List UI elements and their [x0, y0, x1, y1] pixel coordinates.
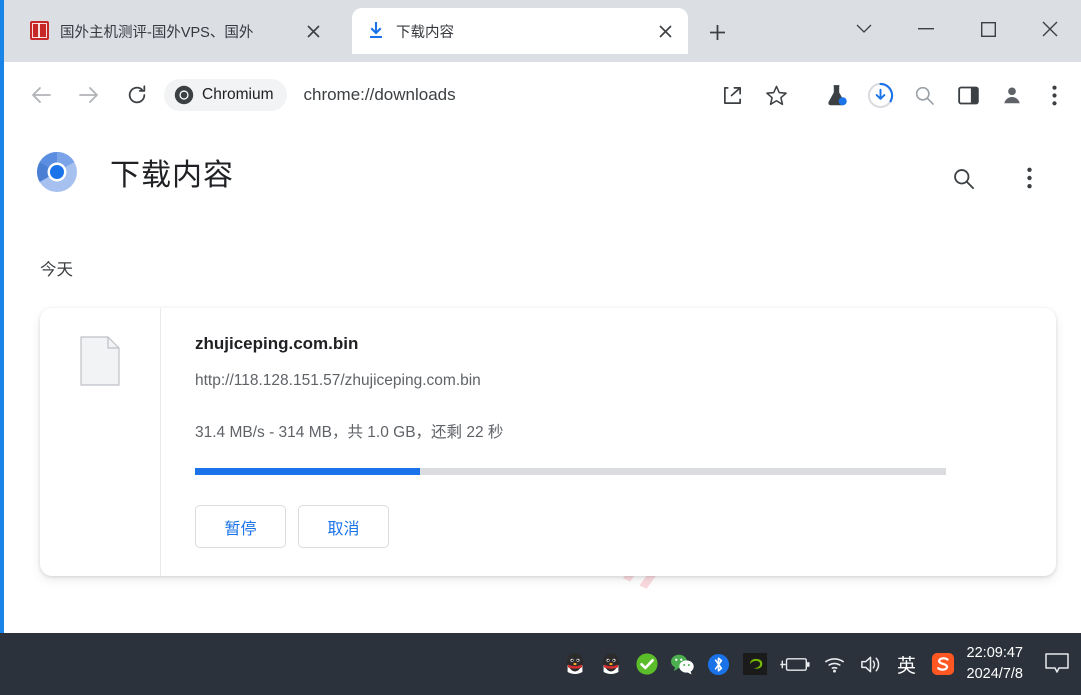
- browser-window: 国外主机测评-国外VPS、国外 下载内容 Chromium chrome://d…: [0, 0, 1081, 695]
- sogou-icon[interactable]: [925, 633, 961, 695]
- chromium-chip[interactable]: Chromium: [164, 79, 288, 111]
- tab-close-button[interactable]: [300, 18, 326, 44]
- cancel-button[interactable]: 取消: [298, 505, 389, 548]
- security-check-icon[interactable]: [629, 633, 665, 695]
- plus-icon: [709, 24, 725, 40]
- back-button[interactable]: [22, 76, 60, 114]
- reload-button[interactable]: [118, 76, 156, 114]
- close-window-button[interactable]: [1019, 0, 1081, 58]
- tab-close-button[interactable]: [652, 18, 678, 44]
- tab-title: 下载内容: [396, 24, 454, 41]
- tab-title: 国外主机测评-国外VPS、国外: [60, 24, 254, 41]
- search-icon: [953, 168, 974, 189]
- generic-file-icon: [80, 336, 120, 386]
- minimize-button[interactable]: [895, 0, 957, 58]
- more-menu-icon: [1026, 167, 1032, 189]
- download-actions: 暂停 取消: [195, 505, 1056, 548]
- reload-icon: [128, 85, 146, 104]
- ime-indicator[interactable]: 英: [889, 633, 925, 695]
- close-icon: [306, 24, 320, 38]
- qq-icon-2[interactable]: [593, 633, 629, 695]
- download-file-name: zhujiceping.com.bin: [195, 334, 359, 353]
- ime-label: 英: [897, 655, 917, 677]
- experiments-flask-icon: [827, 84, 847, 105]
- address-bar-url: chrome://downloads: [303, 85, 456, 104]
- taskbar-clock[interactable]: 22:09:47 2024/7/8: [967, 643, 1023, 685]
- close-icon: [658, 24, 672, 38]
- forward-button[interactable]: [70, 76, 108, 114]
- forward-arrow-icon: [79, 87, 98, 103]
- window-controls: [833, 0, 1081, 58]
- side-panel-button[interactable]: [949, 76, 987, 114]
- download-status-text: 31.4 MB/s - 314 MB，共 1.0 GB，还剩 22 秒: [195, 424, 504, 441]
- share-icon: [723, 86, 741, 104]
- downloads-menu-button[interactable]: [1009, 158, 1049, 198]
- battery-icon[interactable]: [773, 633, 817, 695]
- more-menu-icon: [1051, 85, 1057, 105]
- downloads-header-actions: [943, 158, 1049, 198]
- x-icon: [1042, 21, 1058, 37]
- clock-date: 2024/7/8: [966, 666, 1023, 682]
- page-title: 下载内容: [110, 159, 234, 192]
- wechat-icon[interactable]: [665, 633, 701, 695]
- profile-button[interactable]: [993, 76, 1031, 114]
- download-item-body: zhujiceping.com.bin http://118.128.151.5…: [161, 308, 1056, 576]
- chevron-down-icon: [856, 24, 872, 33]
- chromium-logo-icon: [37, 152, 77, 192]
- download-progress-bar: [195, 468, 946, 475]
- download-file-url: http://118.128.151.57/zhujiceping.com.bi…: [195, 372, 481, 389]
- back-arrow-icon: [32, 87, 51, 103]
- bookmark-star-icon: [765, 85, 787, 105]
- tab-inactive[interactable]: 国外主机测评-国外VPS、国外: [16, 8, 336, 54]
- toolbar-search-button[interactable]: [905, 76, 943, 114]
- bookmark-button[interactable]: [757, 76, 795, 114]
- bluetooth-icon[interactable]: [701, 633, 737, 695]
- download-item-card[interactable]: zhujiceping.com.bin http://118.128.151.5…: [40, 308, 1056, 576]
- tab-strip: 国外主机测评-国外VPS、国外 下载内容: [4, 0, 1081, 62]
- tab-search-button[interactable]: [833, 0, 895, 58]
- download-icon: [366, 21, 386, 41]
- notification-bubble-icon: [1045, 653, 1069, 673]
- download-file-icon-column: [40, 308, 161, 576]
- search-icon: [915, 86, 934, 105]
- toolbar-actions: [713, 76, 1073, 114]
- red-seal-icon: [30, 21, 50, 41]
- profile-avatar-icon: [1004, 87, 1020, 104]
- address-bar[interactable]: Chromium chrome://downloads: [164, 76, 684, 114]
- clock-time: 22:09:47: [966, 645, 1023, 661]
- taskbar: 英 22:09:47 2024/7/8: [0, 633, 1081, 695]
- side-panel-icon: [957, 86, 979, 104]
- minus-icon: [918, 28, 934, 30]
- browser-toolbar: Chromium chrome://downloads: [4, 62, 1081, 128]
- volume-icon[interactable]: [853, 633, 889, 695]
- chromium-logo-icon: [174, 85, 194, 105]
- downloads-page: 下载内容 今天 zhujiceping.com.bin http://118.1…: [4, 128, 1081, 633]
- share-button[interactable]: [713, 76, 751, 114]
- notification-button[interactable]: [1033, 633, 1081, 695]
- download-progress-fill: [195, 468, 421, 475]
- pause-button[interactable]: 暂停: [195, 505, 286, 548]
- browser-menu-button[interactable]: [1035, 76, 1073, 114]
- qq-icon[interactable]: [557, 633, 593, 695]
- downloads-search-button[interactable]: [943, 158, 983, 198]
- maximize-button[interactable]: [957, 0, 1019, 58]
- download-progress-icon: [867, 82, 893, 108]
- square-icon: [980, 21, 996, 37]
- downloads-section-label: 今天: [40, 261, 73, 279]
- wifi-icon[interactable]: [817, 633, 853, 695]
- system-tray: 英 22:09:47 2024/7/8: [557, 633, 1081, 695]
- chromium-chip-label: Chromium: [202, 86, 274, 103]
- downloads-page-header: 下载内容: [36, 150, 234, 194]
- tab-active[interactable]: 下载内容: [352, 8, 688, 54]
- new-tab-button[interactable]: [702, 17, 732, 47]
- download-progress-button[interactable]: [861, 76, 899, 114]
- experiments-button[interactable]: [817, 76, 855, 114]
- nvidia-icon[interactable]: [737, 633, 773, 695]
